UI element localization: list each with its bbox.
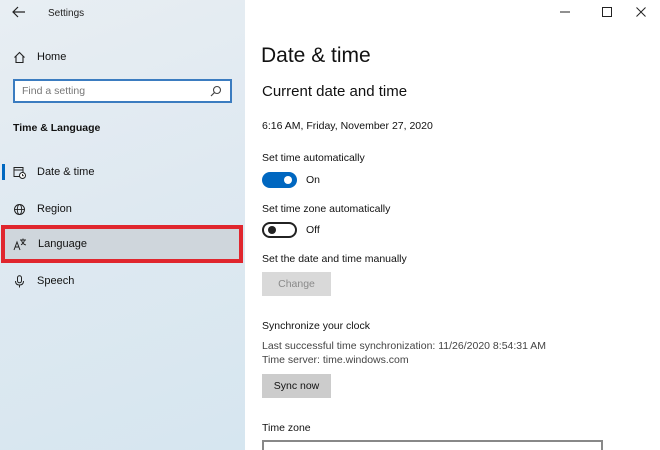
language-icon [12,236,28,252]
sidebar-item-label: Speech [37,275,75,287]
section-heading-current: Current date and time [262,83,408,100]
sync-now-button[interactable]: Sync now [262,374,331,398]
set-tz-auto-label: Set time zone automatically [262,203,391,215]
search-box[interactable] [13,79,232,103]
sidebar-item-label: Region [37,203,72,215]
toggle-knob [268,226,276,234]
sidebar-item-speech[interactable]: Speech [0,268,245,294]
change-button[interactable]: Change [262,272,331,296]
sidebar-item-region[interactable]: Region [0,196,245,222]
close-icon [636,4,646,22]
search-icon[interactable] [210,84,224,98]
maximize-button[interactable] [593,4,621,22]
maximize-icon [602,4,612,22]
sidebar-item-home[interactable]: Home [0,44,245,70]
close-button[interactable] [627,4,655,22]
toggle-knob [284,176,292,184]
set-time-auto-state: On [306,174,321,186]
search-input[interactable] [15,85,210,97]
sidebar: Settings Home Time & Language Date & tim… [0,0,245,450]
set-time-auto-toggle[interactable] [262,172,297,188]
calendar-clock-icon [11,164,27,180]
globe-icon [11,201,27,217]
last-sync-text: Last successful time synchronization: 11… [262,340,547,352]
current-datetime: 6:16 AM, Friday, November 27, 2020 [262,120,433,132]
minimize-icon [560,4,570,22]
set-tz-auto-toggle[interactable] [262,222,297,238]
home-label: Home [37,51,67,63]
timezone-dropdown[interactable] [262,440,603,450]
sidebar-item-date-time[interactable]: Date & time [0,159,245,185]
set-time-auto-label: Set time automatically [262,152,365,164]
manual-datetime-label: Set the date and time manually [262,253,407,265]
back-arrow-icon[interactable] [10,5,28,21]
microphone-icon [11,273,27,289]
home-icon [11,49,27,65]
section-title: Time & Language [13,122,101,134]
sidebar-item-label: Date & time [37,166,95,178]
app-title: Settings [48,8,85,19]
time-server-text: Time server: time.windows.com [262,354,409,366]
sync-title: Synchronize your clock [262,320,370,332]
sidebar-item-label: Language [38,238,87,250]
page-title: Date & time [261,44,371,67]
set-tz-auto-state: Off [306,224,320,236]
main-content: Date & time Current date and time 6:16 A… [245,0,660,450]
sidebar-item-language[interactable]: Language [1,225,243,263]
minimize-button[interactable] [551,4,579,22]
timezone-label: Time zone [262,422,311,434]
